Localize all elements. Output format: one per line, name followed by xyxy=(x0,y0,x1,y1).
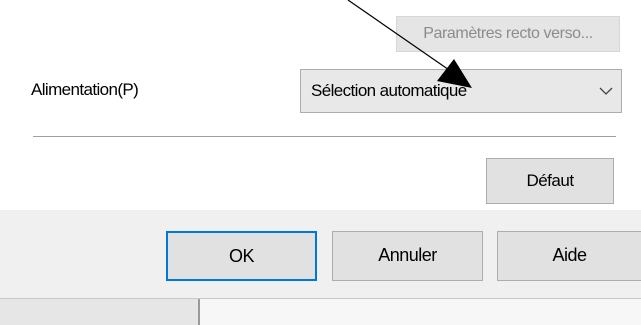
paper-source-value: Sélection automatique xyxy=(311,81,467,100)
default-button[interactable]: Défaut xyxy=(486,158,614,204)
underlying-panel-left xyxy=(0,298,200,325)
underlying-panel-right xyxy=(200,298,641,325)
chevron-down-icon xyxy=(599,87,613,95)
cancel-button[interactable]: Annuler xyxy=(332,231,483,281)
dialog-button-bar: OK Annuler Aide xyxy=(0,210,641,298)
ok-button[interactable]: OK xyxy=(166,231,317,281)
separator xyxy=(33,136,616,137)
dialog-content: Paramètres recto verso... Alimentation(P… xyxy=(0,0,641,210)
paper-source-label: Alimentation(P) xyxy=(31,80,139,99)
help-button[interactable]: Aide xyxy=(497,231,641,281)
underlying-window-strip xyxy=(0,298,641,325)
paper-source-dropdown[interactable]: Sélection automatique xyxy=(300,69,622,113)
duplex-settings-button[interactable]: Paramètres recto verso... xyxy=(396,16,620,52)
strip-top-border xyxy=(0,298,641,299)
